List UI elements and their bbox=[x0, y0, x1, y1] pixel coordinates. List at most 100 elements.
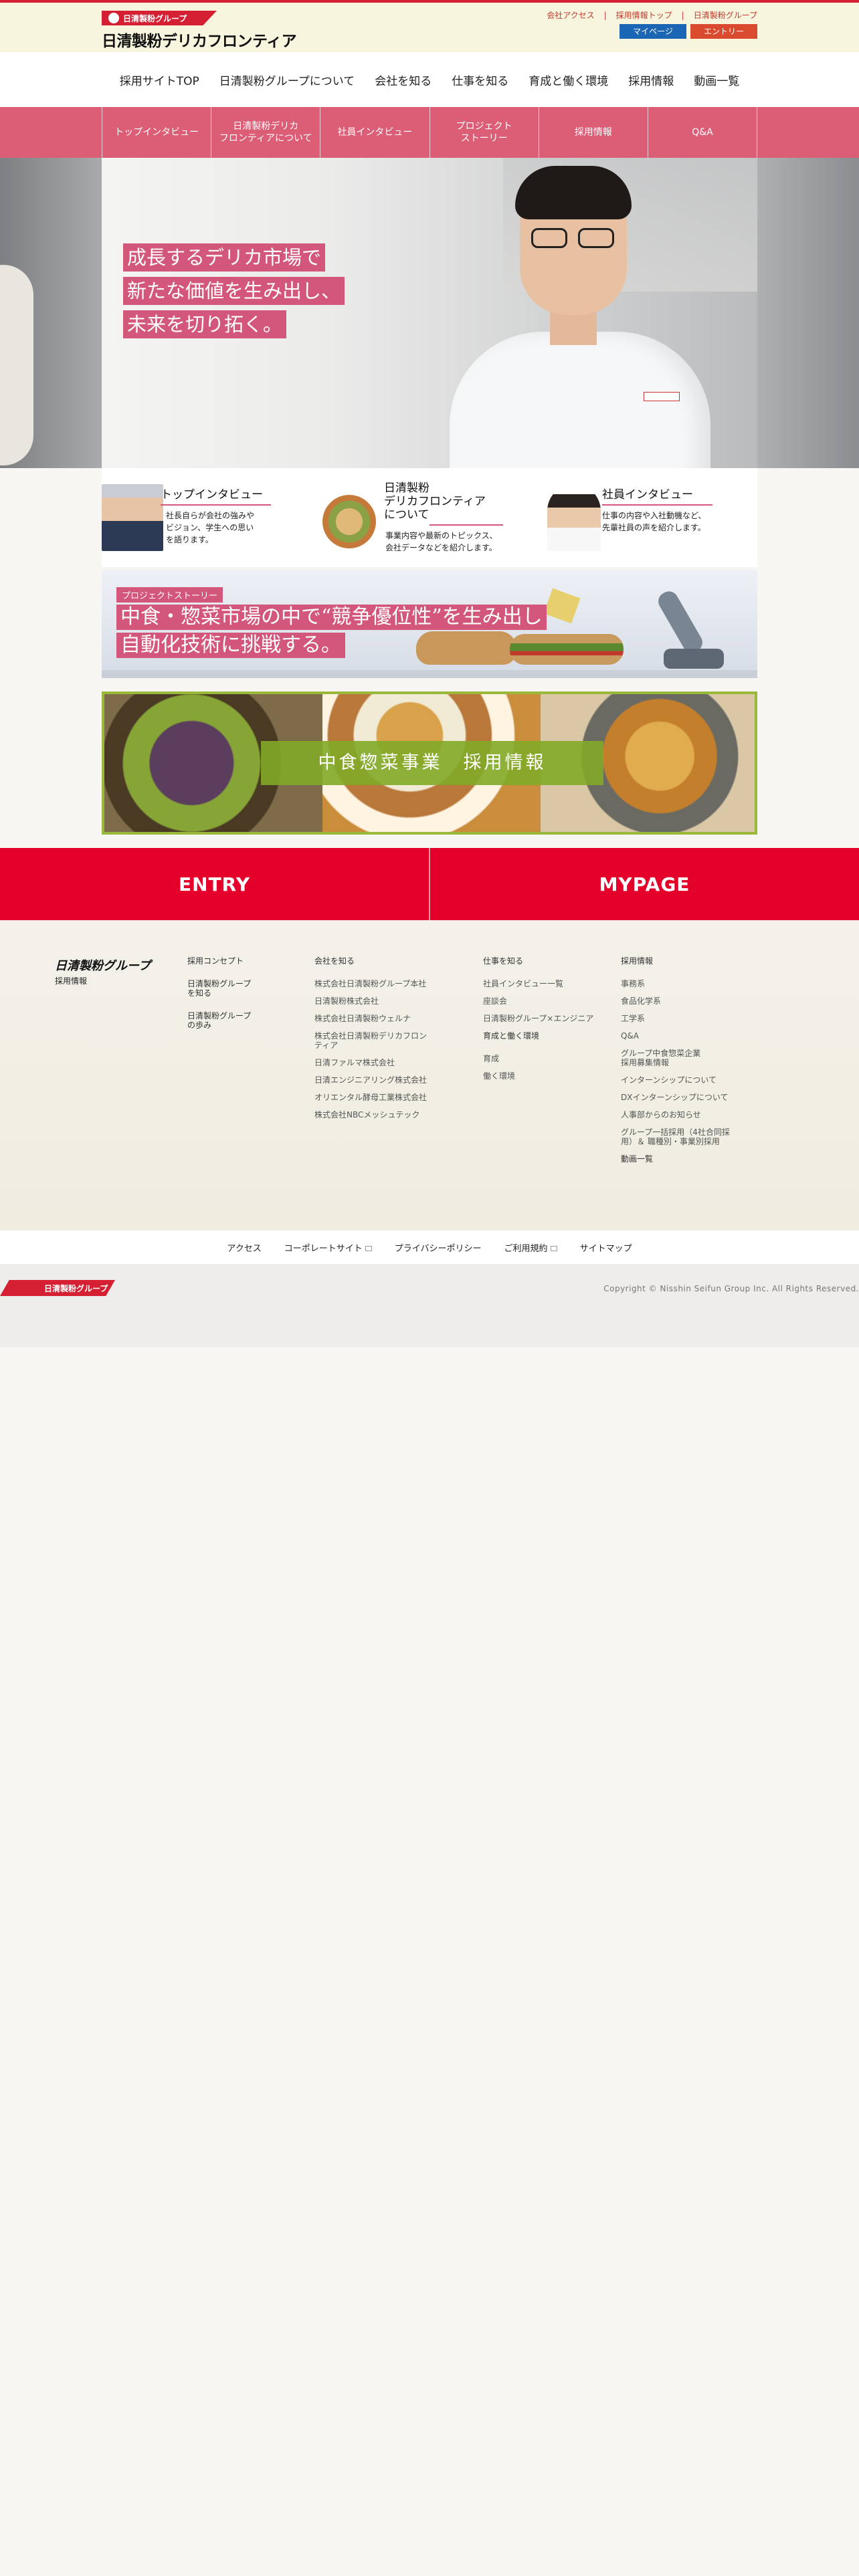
hero-current-slide[interactable]: 成長するデリカ市場で 新たな価値を生み出し、 未来を切り拓く。 bbox=[102, 158, 757, 468]
util-link-access[interactable]: 会社アクセス bbox=[547, 9, 594, 21]
promo-title: 日清製粉 デリカフロンティア について bbox=[384, 481, 486, 522]
footer-link[interactable]: 採用コンセプト bbox=[187, 956, 301, 966]
footer-logo-sub: 採用情報 bbox=[55, 976, 88, 986]
sub-nav: トップインタビュー 日清製粉デリカ フロンティアについて 社員インタビュー プロ… bbox=[0, 107, 859, 158]
banner-label: プロジェクトストーリー bbox=[116, 587, 223, 603]
subnav-item-staff-interview[interactable]: 社員インタビュー bbox=[320, 107, 430, 158]
hero-prev-slide[interactable] bbox=[0, 158, 102, 468]
promo-desc-line: 仕事の内容や入社動機など、 bbox=[602, 511, 706, 520]
glasses-icon bbox=[531, 228, 615, 248]
hero-copy-line: 成長するデリカ市場で bbox=[123, 243, 326, 272]
footer-link[interactable]: グループ一括採用（4社合同採用）＆ 職種別・事業別採用 bbox=[621, 1128, 735, 1146]
recruit-banner-title: 中食惣菜事業 採用情報 bbox=[261, 741, 603, 785]
bottom-links: アクセス コーポレートサイト プライバシーポリシー ご利用規約 サイトマップ bbox=[0, 1230, 859, 1264]
footer-link[interactable]: 工学系 bbox=[621, 1014, 735, 1023]
footer-link[interactable]: 社員インタビュー一覧 bbox=[483, 979, 597, 988]
group-mark-icon bbox=[108, 13, 119, 23]
cheese-image bbox=[543, 588, 581, 624]
gnav-item-work[interactable]: 仕事を知る bbox=[442, 72, 518, 88]
hero-next-slide[interactable] bbox=[757, 158, 859, 468]
footer-link[interactable]: 日清製粉株式会社 bbox=[314, 996, 428, 1006]
bottom-link-access[interactable]: アクセス bbox=[227, 1241, 261, 1254]
separator: | bbox=[603, 10, 607, 20]
footer-col-recruit: 採用情報 事務系 食品化学系 工学系 Q&A グループ中食惣菜企業 採用募集情報… bbox=[621, 956, 735, 1177]
global-nav: 採用サイトTOP 日清製粉グループについて 会社を知る 仕事を知る 育成と働く環… bbox=[0, 52, 859, 107]
footer-link[interactable]: 日清エンジニアリング株式会社 bbox=[314, 1075, 428, 1085]
footer-heading[interactable]: 仕事を知る bbox=[483, 956, 597, 966]
bottom-link-corporate[interactable]: コーポレートサイト bbox=[284, 1241, 372, 1254]
footer-link[interactable]: オリエンタル酵母工業株式会社 bbox=[314, 1093, 428, 1102]
entry-button[interactable]: エントリー bbox=[690, 24, 757, 39]
footer-link[interactable]: 日清ファルマ株式会社 bbox=[314, 1058, 428, 1067]
subnav-item-project-story[interactable]: プロジェクト ストーリー bbox=[430, 107, 539, 158]
footer-link[interactable]: グループ中食惣菜企業 採用募集情報 bbox=[621, 1049, 735, 1067]
hero-copy-line: 新たな価値を生み出し、 bbox=[123, 277, 345, 305]
recruit-info-banner[interactable]: 中食惣菜事業 採用情報 bbox=[102, 691, 757, 835]
footer-link[interactable]: 人事部からのお知らせ bbox=[621, 1110, 735, 1119]
bottom-link-privacy[interactable]: プライバシーポリシー bbox=[395, 1241, 482, 1254]
external-link-icon bbox=[550, 1246, 557, 1251]
promo-staff-interview[interactable]: 社員インタビュー 仕事の内容や入社動機など、 先輩社員の声を紹介します。 bbox=[541, 484, 755, 554]
bottom-link-sitemap[interactable]: サイトマップ bbox=[580, 1241, 632, 1254]
footer-heading[interactable]: 育成と働く環境 bbox=[483, 1031, 597, 1041]
footer-logo[interactable]: 日清製粉グループ bbox=[55, 956, 151, 974]
bottom-link-terms[interactable]: ご利用規約 bbox=[504, 1241, 557, 1254]
footer-link[interactable]: 座談会 bbox=[483, 996, 597, 1006]
footer-heading[interactable]: 採用情報 bbox=[621, 956, 735, 966]
robot-arm-icon bbox=[650, 575, 731, 669]
company-logo-text: 日清製粉デリカフロンティア bbox=[102, 33, 297, 50]
gnav-item-videos[interactable]: 動画一覧 bbox=[684, 72, 749, 88]
footer-col-company: 会社を知る 株式会社日清製粉グループ本社 日清製粉株式会社 株式会社日清製粉ウェ… bbox=[314, 956, 428, 1128]
promo-desc-line: ビジョン、学生への思い bbox=[166, 523, 254, 532]
mypage-cta-button[interactable]: MYPAGE bbox=[430, 848, 859, 920]
subnav-item-about[interactable]: 日清製粉デリカ フロンティアについて bbox=[211, 107, 321, 158]
banner-headline: 中食・惣菜市場の中で“競争優位性”を生み出し bbox=[116, 605, 547, 630]
footer-link[interactable]: 日清製粉グループ の歩み bbox=[187, 1011, 301, 1030]
util-link-group[interactable]: 日清製粉グループ bbox=[694, 9, 757, 21]
footer-heading[interactable]: 会社を知る bbox=[314, 956, 428, 966]
footer-link[interactable]: 働く環境 bbox=[483, 1071, 597, 1081]
food-photo bbox=[322, 495, 376, 548]
cta-bar: ENTRY MYPAGE bbox=[0, 848, 859, 920]
footer-link[interactable]: 事務系 bbox=[621, 979, 735, 988]
sub-nav-items: トップインタビュー 日清製粉デリカ フロンティアについて 社員インタビュー プロ… bbox=[102, 107, 758, 158]
entry-cta-button[interactable]: ENTRY bbox=[0, 848, 430, 920]
copyright-text: Copyright © Nisshin Seifun Group Inc. Al… bbox=[603, 1284, 859, 1293]
copyright-bar: 日清製粉グループ Copyright © Nisshin Seifun Grou… bbox=[0, 1264, 859, 1347]
gnav-item-top[interactable]: 採用サイトTOP bbox=[110, 72, 209, 88]
group-logo[interactable]: 日清製粉グループ bbox=[0, 1280, 115, 1296]
gnav-item-environment[interactable]: 育成と働く環境 bbox=[518, 72, 618, 88]
footer-link[interactable]: 育成 bbox=[483, 1054, 597, 1063]
util-link-recruit-top[interactable]: 採用情報トップ bbox=[616, 9, 672, 21]
promo-title-line: について bbox=[384, 508, 430, 522]
gnav-item-company[interactable]: 会社を知る bbox=[365, 72, 442, 88]
footer-link[interactable]: 株式会社日清製粉グループ本社 bbox=[314, 979, 428, 988]
footer-link[interactable]: DXインターンシップについて bbox=[621, 1093, 735, 1102]
promo-top-interview[interactable]: トップインタビュー 社長自らが会社の強みや ビジョン、学生への思い を語ります。 bbox=[102, 484, 316, 554]
promo-title-line: 日清製粉 bbox=[384, 481, 430, 495]
gnav-item-group[interactable]: 日清製粉グループについて bbox=[209, 72, 365, 88]
gnav-item-recruit[interactable]: 採用情報 bbox=[618, 72, 684, 88]
footer-link[interactable]: 株式会社日清製粉デリカフロンティア bbox=[314, 1031, 428, 1050]
project-story-banner[interactable]: プロジェクトストーリー 中食・惣菜市場の中で“競争優位性”を生み出し 自動化技術… bbox=[102, 570, 757, 678]
promo-title: トップインタビュー bbox=[161, 488, 263, 502]
footer-link[interactable]: 日清製粉グループ を知る bbox=[187, 979, 301, 998]
footer-heading[interactable]: 動画一覧 bbox=[621, 1154, 735, 1164]
site-logo[interactable]: 日清製粉グループ 日清製粉デリカフロンティア bbox=[102, 11, 297, 50]
promo-links: トップインタビュー 社長自らが会社の強みや ビジョン、学生への思い を語ります。… bbox=[102, 468, 757, 567]
mypage-button[interactable]: マイページ bbox=[619, 24, 686, 39]
subnav-item-qa[interactable]: Q&A bbox=[648, 107, 758, 158]
footer-link[interactable]: 日清製粉グループ×エンジニア bbox=[483, 1014, 597, 1023]
footer-link[interactable]: 株式会社NBCメッシュテック bbox=[314, 1110, 428, 1119]
name-badge bbox=[644, 392, 680, 401]
footer-link[interactable]: 株式会社日清製粉ウェルナ bbox=[314, 1014, 428, 1023]
subnav-item-recruit[interactable]: 採用情報 bbox=[539, 107, 648, 158]
footer-link[interactable]: インターンシップについて bbox=[621, 1075, 735, 1085]
promo-desc: 仕事の内容や入社動機など、 先輩社員の声を紹介します。 bbox=[602, 510, 706, 534]
footer-link[interactable]: Q&A bbox=[621, 1031, 735, 1041]
subnav-item-top-interview[interactable]: トップインタビュー bbox=[102, 107, 212, 158]
footer-link[interactable]: 食品化学系 bbox=[621, 996, 735, 1006]
bottom-link-label: コーポレートサイト bbox=[284, 1243, 363, 1254]
promo-about[interactable]: 日清製粉 デリカフロンティア について 事業内容や最新のトピックス、 会社データ… bbox=[321, 481, 535, 554]
sandwich-image bbox=[416, 631, 516, 665]
